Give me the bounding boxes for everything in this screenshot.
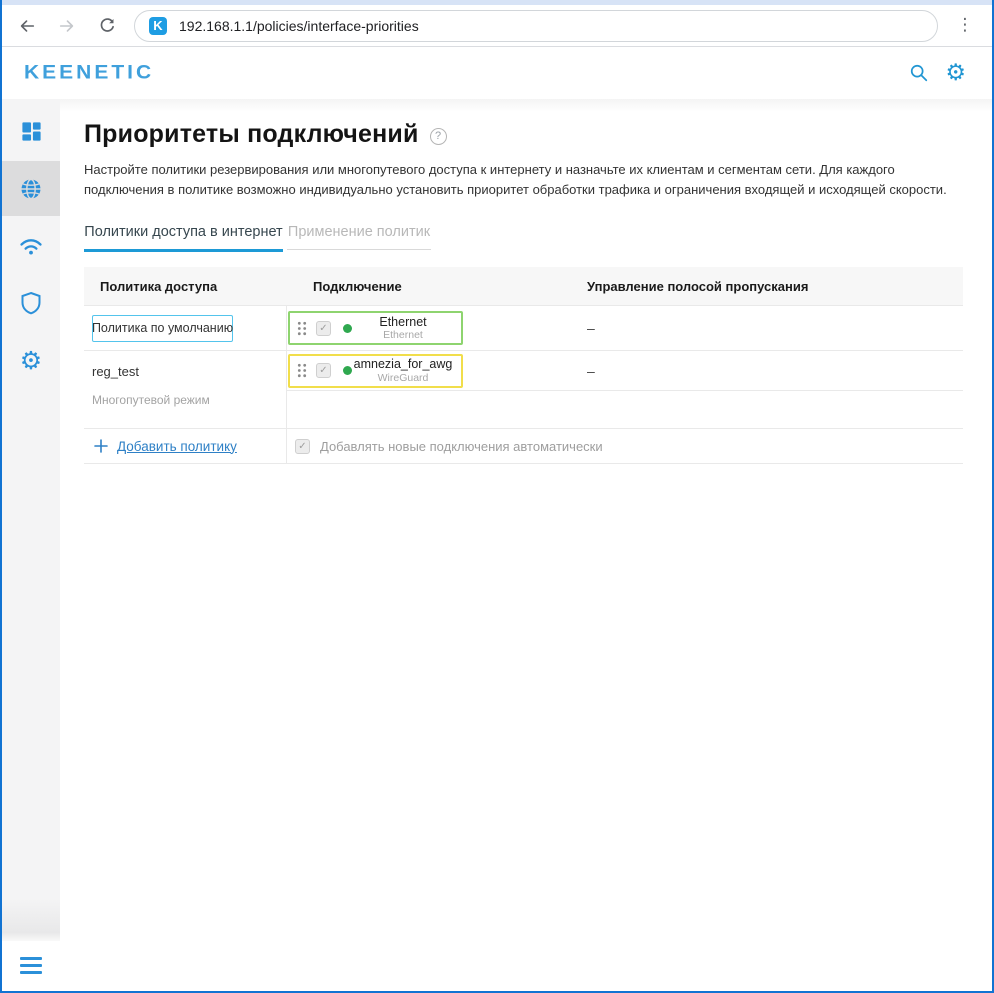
forward-button[interactable] (54, 13, 80, 39)
gear-icon: ⚙ (20, 348, 42, 373)
plus-icon (94, 439, 108, 453)
internet-globe-icon (19, 177, 43, 201)
tab-policy-assignment[interactable]: Применение политик (287, 224, 431, 250)
policy-column: Политика по умолчанию reg_test Многопуте… (84, 306, 287, 464)
status-dot-connected (343, 324, 352, 333)
sidebar-menu: ⚙ (2, 99, 60, 941)
add-policy-button[interactable]: Добавить политику (84, 429, 286, 464)
keenetic-logo: KEENETIC (24, 62, 154, 84)
connection-title: amnezia_for_awg (352, 357, 454, 371)
sidebar-item-management[interactable]: ⚙ (2, 333, 60, 387)
connection-subtitle: WireGuard (352, 372, 454, 384)
sidebar-footer (2, 941, 60, 991)
dashboard-icon (20, 120, 43, 143)
table-header: Политика доступа Подключение Управление … (84, 267, 963, 306)
reload-button[interactable] (94, 13, 120, 39)
main-content: Приоритеты подключений ? Настройте полит… (60, 99, 992, 991)
auto-add-label: Добавлять новые подключения автоматическ… (320, 439, 603, 454)
page-title: Приоритеты подключений (84, 120, 419, 149)
sidebar: ⚙ (2, 99, 60, 991)
bandwidth-value: – (583, 363, 963, 379)
sidebar-item-dashboard[interactable] (2, 104, 60, 158)
table-row: Политика по умолчанию (84, 306, 286, 351)
help-icon[interactable]: ? (430, 128, 447, 145)
address-bar[interactable]: K 192.168.1.1/policies/interface-priorit… (134, 10, 938, 42)
sidebar-item-internet[interactable] (2, 161, 60, 216)
column-header-policy: Политика доступа (84, 279, 287, 294)
add-policy-label: Добавить политику (117, 439, 237, 454)
sidebar-item-security[interactable] (2, 276, 60, 330)
url-text: 192.168.1.1/policies/interface-prioritie… (179, 18, 419, 34)
connection-subtitle: Ethernet (352, 329, 454, 341)
app-header: KEENETIC ⚙ (2, 47, 992, 99)
connection-enabled-checkbox[interactable]: ✓ (316, 363, 331, 378)
settings-gear-icon[interactable]: ⚙ (945, 62, 966, 85)
shield-icon (20, 291, 42, 315)
empty-connection-row (287, 391, 963, 429)
keenetic-favicon-icon: K (149, 17, 167, 35)
sidebar-item-wifi[interactable] (2, 219, 60, 273)
tabs: Политики доступа в интернет Применение п… (84, 224, 992, 252)
connections-column: ✓ Ethernet Ethernet – (287, 306, 963, 464)
drag-handle-icon[interactable] (297, 321, 307, 336)
search-icon[interactable] (909, 63, 929, 83)
wifi-icon (18, 235, 44, 257)
back-button[interactable] (14, 13, 40, 39)
back-icon (18, 17, 36, 35)
connection-row: ✓ amnezia_for_awg WireGuard – (287, 351, 963, 391)
browser-toolbar: K 192.168.1.1/policies/interface-priorit… (2, 5, 992, 47)
kebab-menu-icon: ⋮ (957, 17, 974, 34)
reload-icon (99, 17, 116, 34)
tab-internet-access-policies[interactable]: Политики доступа в интернет (84, 224, 283, 252)
connection-card-amnezia[interactable]: ✓ amnezia_for_awg WireGuard (288, 354, 463, 388)
connection-enabled-checkbox[interactable]: ✓ (316, 321, 331, 336)
bandwidth-value: – (583, 320, 963, 336)
page-description: Настройте политики резервирования или мн… (84, 160, 968, 199)
browser-menu-button[interactable]: ⋮ (952, 13, 978, 39)
table-row[interactable]: reg_test Многопутевой режим (84, 351, 286, 429)
auto-add-checkbox[interactable]: ✓ (295, 439, 310, 454)
policy-mode-label: Многопутевой режим (92, 393, 278, 407)
connection-title: Ethernet (352, 315, 454, 329)
policies-table: Политика доступа Подключение Управление … (84, 267, 963, 464)
column-header-bandwidth: Управление полосой пропускания (583, 279, 963, 294)
column-header-connection: Подключение (287, 279, 583, 294)
policy-name: reg_test (92, 364, 278, 379)
default-policy-name-box[interactable]: Политика по умолчанию (92, 315, 233, 342)
connection-card-ethernet[interactable]: ✓ Ethernet Ethernet (288, 311, 463, 345)
drag-handle-icon[interactable] (297, 363, 307, 378)
auto-add-row: ✓ Добавлять новые подключения автоматиче… (287, 429, 963, 464)
hamburger-menu-icon[interactable] (20, 957, 42, 974)
status-dot-connected (343, 366, 352, 375)
forward-icon (58, 17, 76, 35)
connection-row: ✓ Ethernet Ethernet – (287, 306, 963, 351)
